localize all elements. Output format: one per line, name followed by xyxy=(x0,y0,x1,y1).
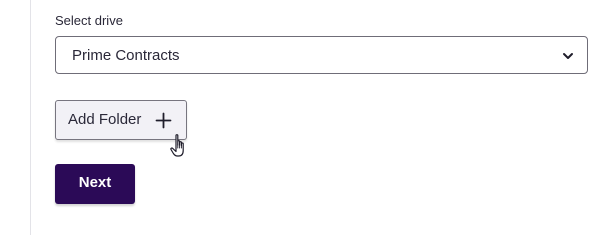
next-button-label: Next xyxy=(78,174,112,191)
chevron-down-icon xyxy=(561,49,575,63)
left-divider xyxy=(30,0,31,235)
add-folder-label: Add Folder xyxy=(68,111,142,128)
add-folder-button[interactable]: Add Folder xyxy=(55,100,187,140)
drive-select[interactable]: Prime Contracts xyxy=(55,36,588,74)
hand-pointer-icon xyxy=(170,133,192,161)
select-drive-label: Select drive xyxy=(55,13,123,28)
drive-select-value: Prime Contracts xyxy=(72,47,180,64)
next-button[interactable]: Next xyxy=(55,164,135,204)
plus-icon xyxy=(155,112,172,129)
